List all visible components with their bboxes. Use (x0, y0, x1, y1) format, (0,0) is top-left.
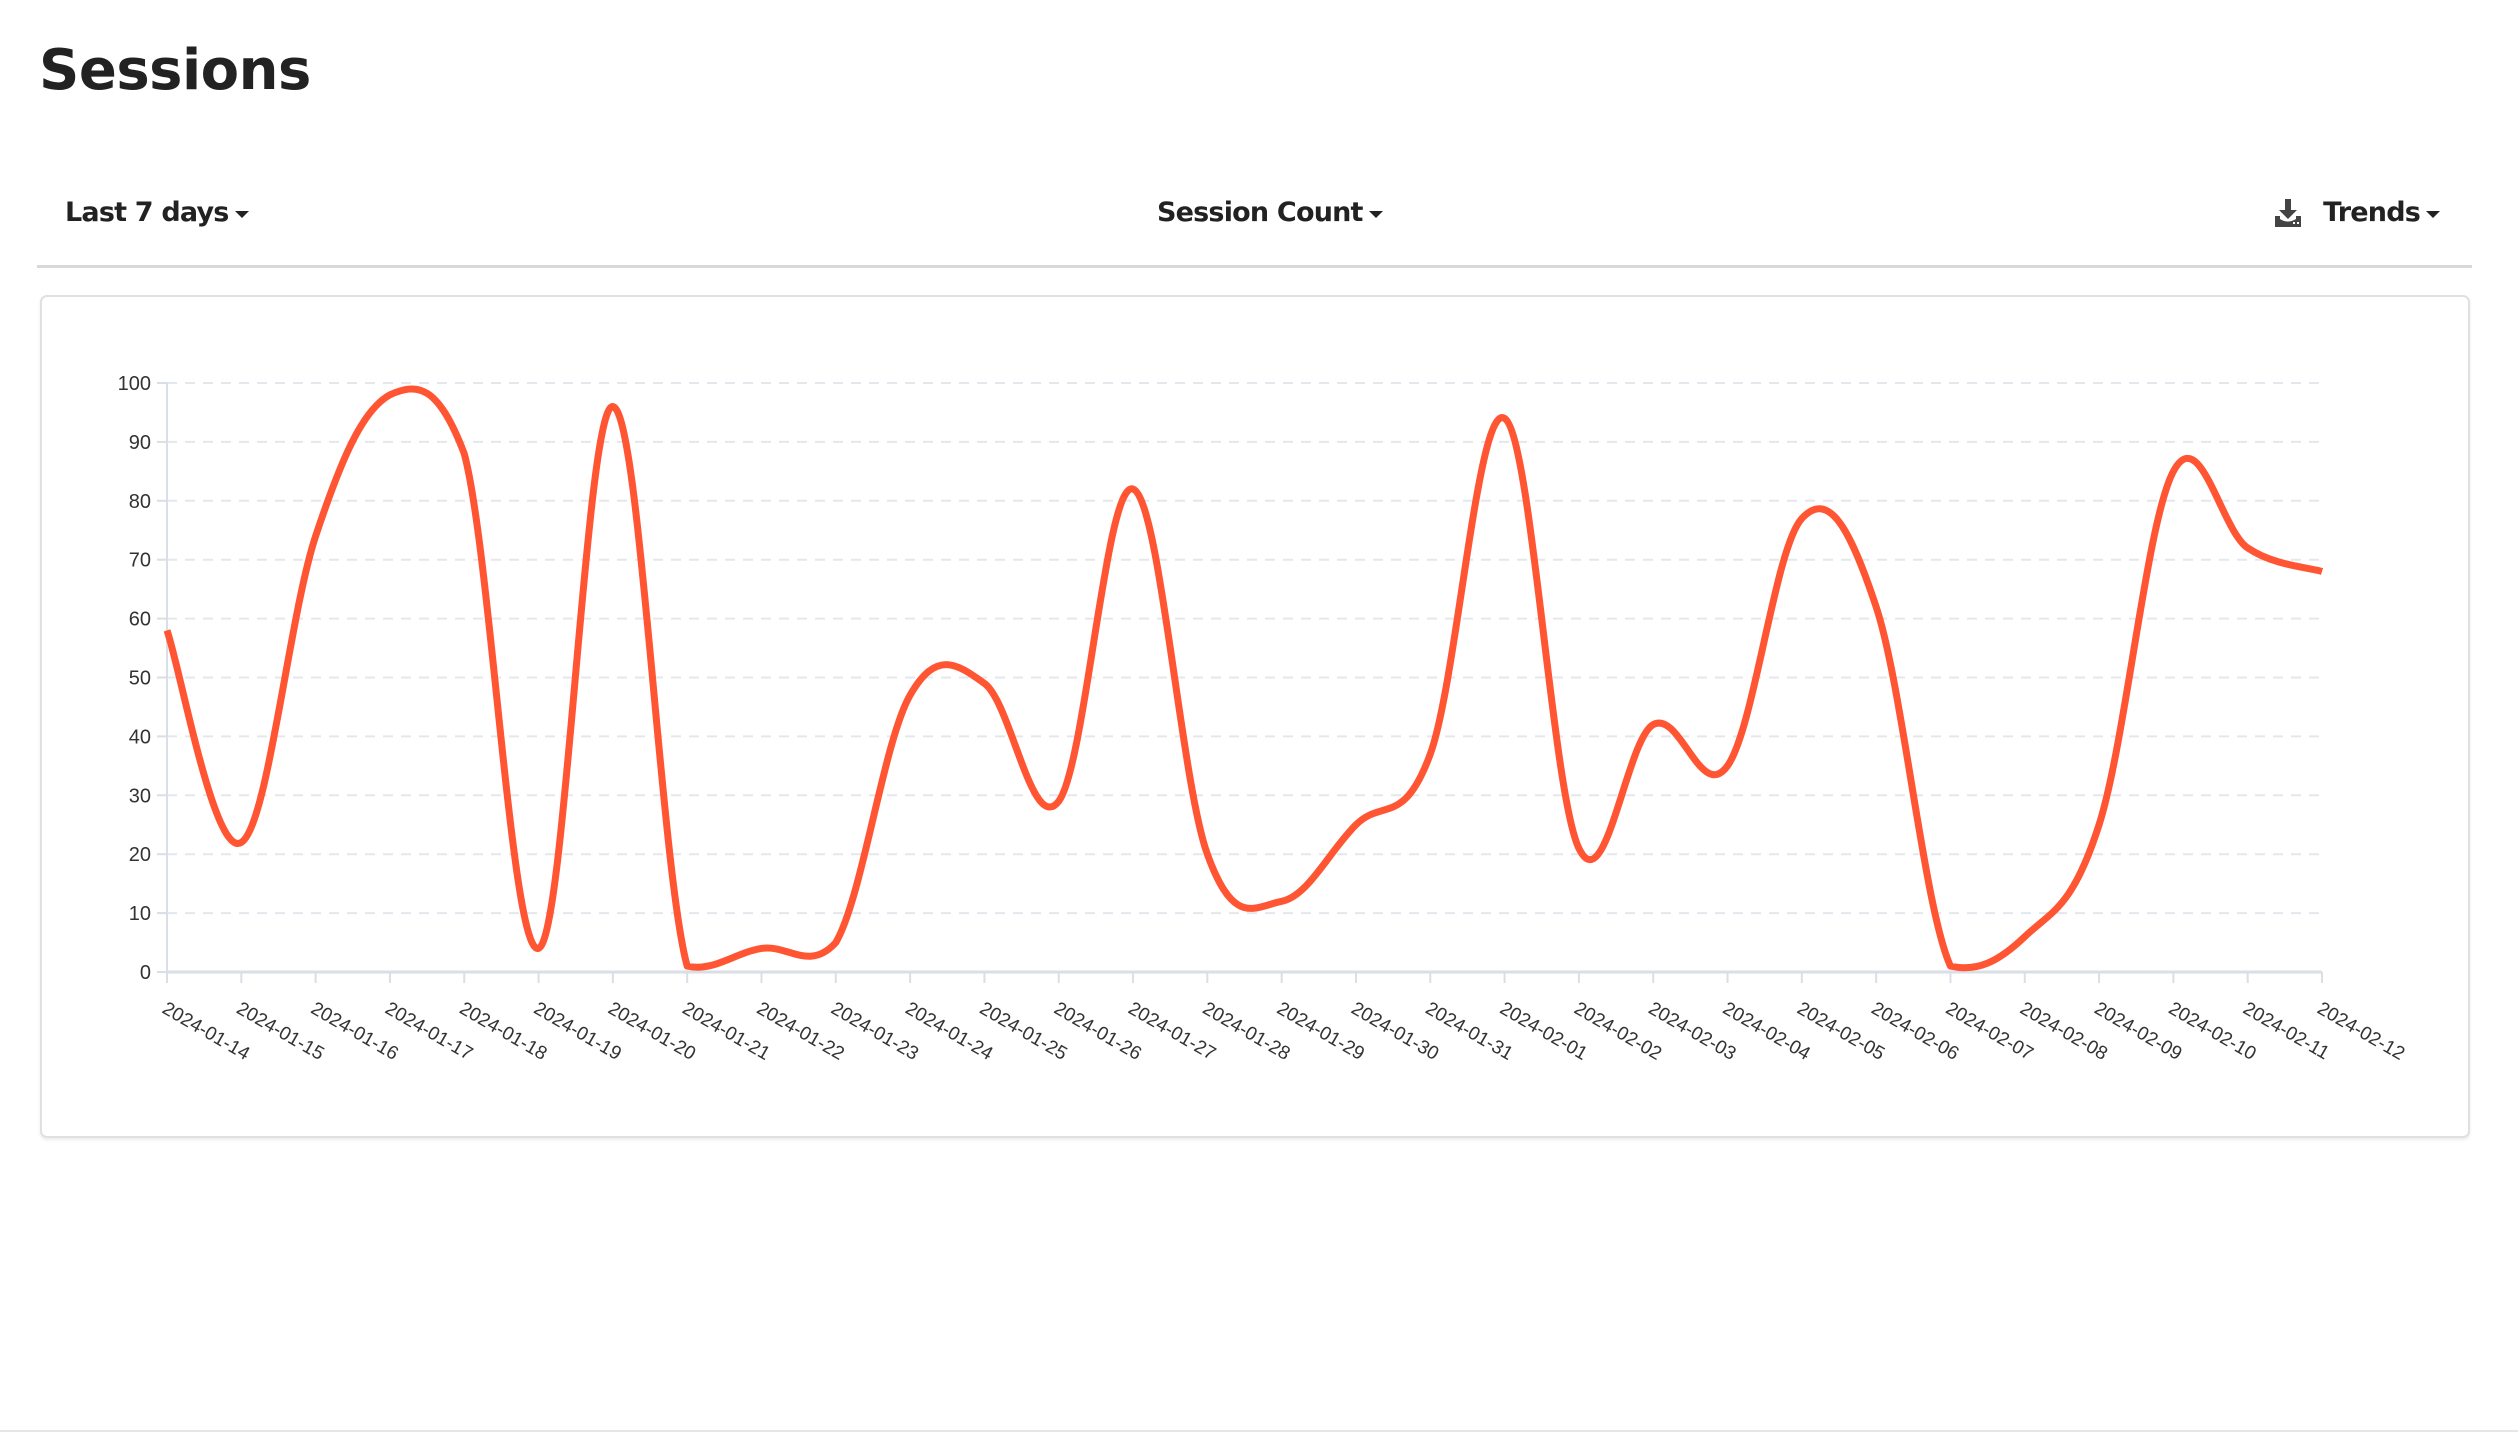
download-icon[interactable] (2273, 198, 2303, 228)
y-tick-label: 100 (118, 373, 151, 395)
x-tick-label: 2024-02-12 (2314, 998, 2409, 1065)
series-line-session-count (163, 385, 2324, 972)
trends-controls: Trends (2273, 197, 2440, 228)
page-title: Sessions (39, 38, 311, 103)
date-range-label: Last 7 days (65, 197, 229, 228)
y-tick-label: 60 (129, 609, 151, 631)
caret-down-icon (2426, 210, 2440, 218)
metric-label: Session Count (1157, 197, 1363, 228)
chart-card: 0 10 20 30 40 50 60 70 80 90 100 2024-01-14 2024-01-… (40, 295, 2470, 1138)
y-tick-label: 70 (129, 550, 151, 572)
trends-dropdown[interactable]: Trends (2323, 197, 2440, 228)
y-tick-label: 30 (129, 785, 151, 807)
y-tick-label: 0 (140, 962, 151, 984)
trends-label: Trends (2323, 197, 2421, 228)
y-tick-label: 20 (129, 844, 151, 866)
y-tick-label: 90 (129, 432, 151, 454)
date-range-dropdown[interactable]: Last 7 days (65, 197, 249, 228)
chart-toolbar: Last 7 days Session Count Trends (37, 185, 2472, 268)
metric-dropdown[interactable]: Session Count (1157, 197, 1383, 228)
axes: 01020304050607080901002024-01-142024-01-… (118, 373, 2409, 1065)
y-tick-label: 50 (129, 668, 151, 690)
series-layer (163, 385, 2324, 972)
sessions-line-chart: 01020304050607080901002024-01-142024-01-… (118, 373, 2409, 1065)
y-tick-label: 40 (129, 726, 151, 748)
y-tick-label: 80 (129, 491, 151, 513)
caret-down-icon (1368, 210, 1383, 218)
y-tick-label: 10 (129, 903, 151, 925)
caret-down-icon (234, 210, 249, 218)
